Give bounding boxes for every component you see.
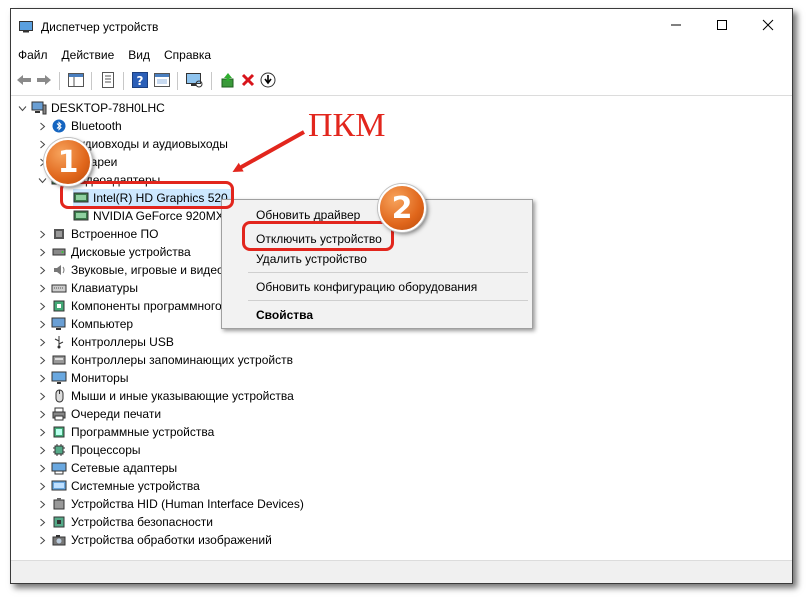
step-2-badge: 2 bbox=[378, 184, 426, 232]
pkm-label: ПКМ bbox=[308, 107, 386, 144]
step-2-number: 2 bbox=[391, 190, 413, 226]
annotation-arrow bbox=[232, 130, 305, 172]
step-1-badge: 1 bbox=[44, 138, 92, 186]
step-1-number: 1 bbox=[57, 144, 79, 180]
